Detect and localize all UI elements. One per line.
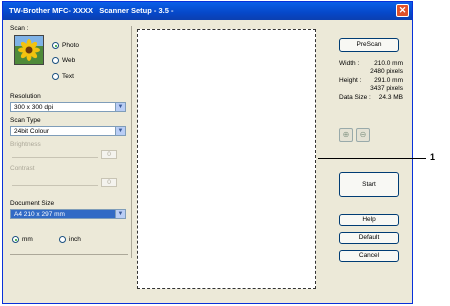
zoom-out-button[interactable]: ⊖: [356, 128, 370, 142]
resolution-value: 300 x 300 dpi: [14, 104, 54, 111]
chevron-down-icon: ▼: [115, 103, 125, 111]
scan-area[interactable]: [137, 29, 316, 289]
window-title: TW-Brother MFC- XXXX Scanner Setup - 3.5…: [9, 6, 174, 15]
chevron-down-icon: ▼: [115, 127, 125, 135]
scan-photo-label: Photo: [62, 42, 79, 49]
scan-type-label: Scan Type: [10, 117, 41, 124]
zoom-out-icon: ⊖: [359, 130, 367, 139]
document-size-label: Document Size: [10, 200, 55, 207]
scan-photo-radio[interactable]: [52, 42, 59, 49]
contrast-label: Contrast: [10, 165, 35, 172]
height-mm: 291.0 mm: [374, 77, 403, 84]
scan-label: Scan :: [10, 25, 29, 32]
start-button[interactable]: Start: [339, 172, 399, 197]
prescan-button[interactable]: PreScan: [339, 38, 399, 52]
resolution-select[interactable]: 300 x 300 dpi ▼: [10, 102, 126, 112]
scan-text-radio[interactable]: [52, 73, 59, 80]
datasize-value: 24.3 MB: [378, 94, 403, 101]
scan-web-radio[interactable]: [52, 57, 59, 64]
contrast-slider[interactable]: [12, 179, 98, 186]
zoom-in-icon: ⊕: [342, 130, 350, 139]
title-bar: TW-Brother MFC- XXXX Scanner Setup - 3.5…: [3, 2, 412, 20]
width-mm: 210.0 mm: [374, 60, 403, 67]
scan-web-label: Web: [62, 57, 76, 64]
height-px: 3437 pixels: [370, 85, 403, 92]
brightness-label: Brightness: [10, 141, 41, 148]
default-button[interactable]: Default: [339, 232, 399, 244]
close-button[interactable]: ✕: [396, 4, 409, 17]
zoom-in-button[interactable]: ⊕: [339, 128, 353, 142]
contrast-value[interactable]: 0: [101, 178, 117, 187]
scan-text-label: Text: [62, 73, 74, 80]
scan-type-select[interactable]: 24bit Colour ▼: [10, 126, 126, 136]
scan-type-value: 24bit Colour: [14, 128, 50, 135]
scan-preview-image: [14, 35, 44, 65]
close-icon: ✕: [398, 5, 407, 15]
unit-mm-radio[interactable]: [12, 236, 19, 243]
datasize-row: Data Size : 24.3 MB: [339, 94, 403, 104]
callout-line: [318, 158, 426, 159]
cancel-button[interactable]: Cancel: [339, 250, 399, 262]
scanner-setup-window: TW-Brother MFC- XXXX Scanner Setup - 3.5…: [2, 1, 413, 304]
sunflower-icon: [15, 36, 43, 64]
document-size-value: A4 210 x 297 mm: [14, 211, 65, 218]
left-panel-bottom-divider: [10, 254, 128, 255]
brightness-slider[interactable]: [12, 151, 98, 158]
left-panel-divider: [131, 26, 132, 258]
callout-number: 1: [430, 152, 436, 162]
help-button[interactable]: Help: [339, 214, 399, 226]
unit-inch-label: inch: [69, 236, 81, 243]
width-px: 2480 pixels: [370, 68, 403, 75]
datasize-label: Data Size :: [339, 94, 371, 101]
unit-mm-label: mm: [22, 236, 33, 243]
document-size-select[interactable]: A4 210 x 297 mm ▼: [10, 209, 126, 219]
resolution-label: Resolution: [10, 93, 41, 100]
brightness-value[interactable]: 0: [101, 150, 117, 159]
unit-inch-radio[interactable]: [59, 236, 66, 243]
height-label: Height :: [339, 77, 362, 84]
width-label: Width :: [339, 60, 360, 67]
chevron-down-icon: ▼: [115, 210, 125, 218]
